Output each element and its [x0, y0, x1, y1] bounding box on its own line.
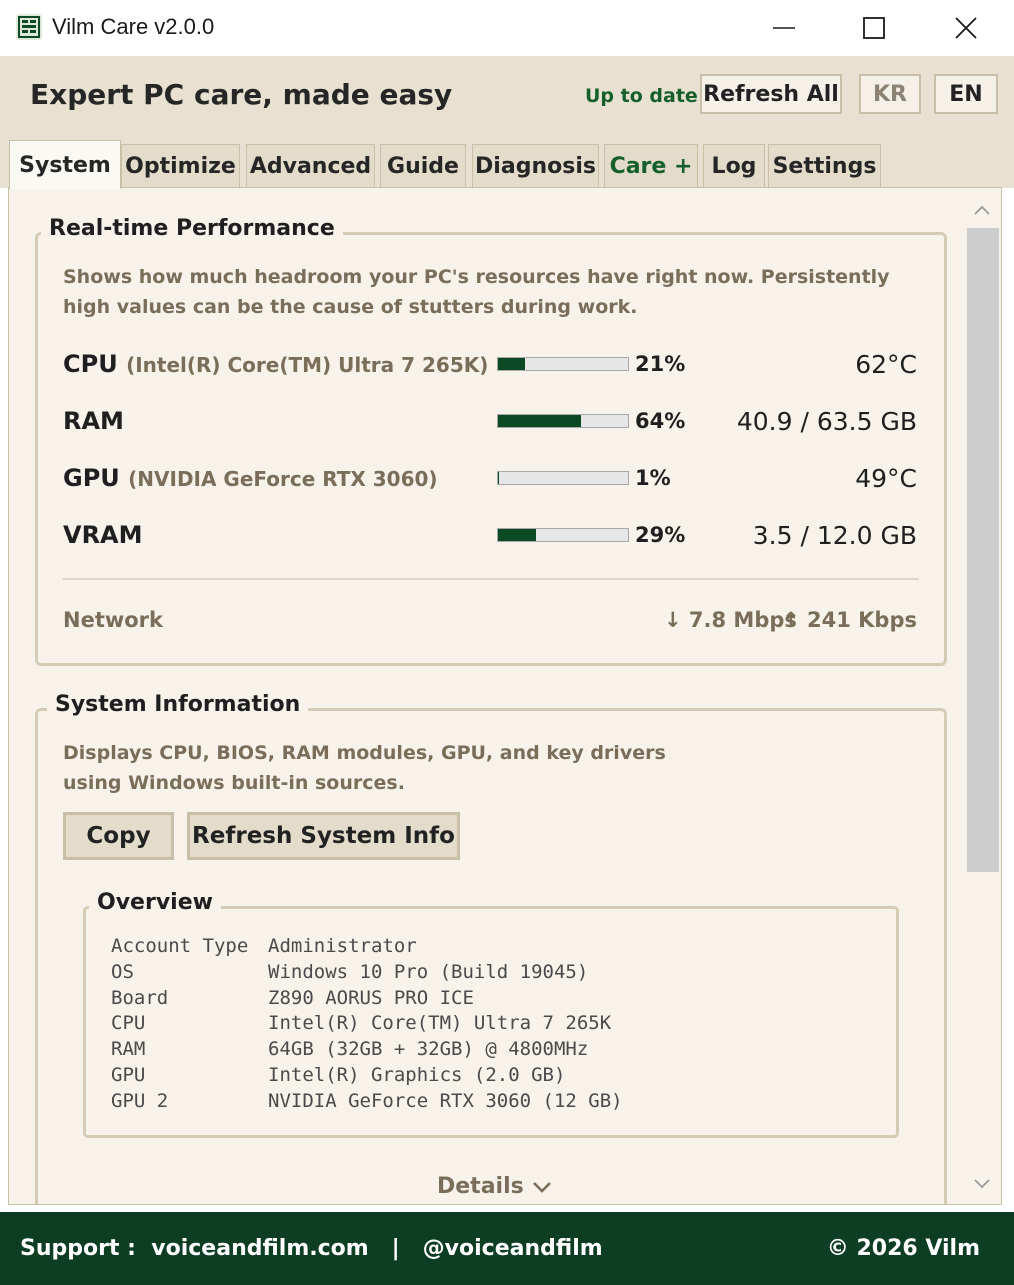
- overview-value: Z890 AORUS PRO ICE: [268, 986, 474, 1009]
- gpu-metric-label: GPU (NVIDIA GeForce RTX 3060): [63, 464, 438, 492]
- gpu-model: (NVIDIA GeForce RTX 3060): [128, 467, 438, 491]
- overview-key: CPU: [111, 1012, 146, 1035]
- scrollbar-thumb[interactable]: [967, 228, 999, 872]
- tab-settings[interactable]: Settings: [768, 144, 881, 188]
- language-en-button[interactable]: EN: [934, 74, 998, 114]
- tab-guide[interactable]: Guide: [380, 144, 466, 188]
- cpu-usage-fill: [498, 358, 526, 370]
- ram-usage-value: 40.9 / 63.5 GB: [736, 407, 917, 436]
- vram-usage-fill: [498, 529, 536, 541]
- overview-row: GPU 2 NVIDIA GeForce RTX 3060 (12 GB): [111, 1089, 623, 1115]
- copyright: © 2026 Vilm: [826, 1236, 980, 1261]
- overview-value: NVIDIA GeForce RTX 3060 (12 GB): [268, 1089, 623, 1112]
- tab-log[interactable]: Log: [703, 144, 765, 188]
- ram-usage-bar: [497, 414, 629, 428]
- system-info-title: System Information: [47, 692, 309, 717]
- vram-metric-label: VRAM: [63, 521, 143, 549]
- cpu-usage-bar: [497, 357, 629, 371]
- system-info-description-line2: using Windows built-in sources.: [63, 772, 405, 794]
- vertical-scrollbar[interactable]: [965, 196, 999, 1198]
- details-label: Details: [437, 1174, 524, 1199]
- update-status: Up to date: [585, 85, 698, 107]
- vram-usage-percent: 29%: [635, 523, 686, 547]
- tab-bar: System Optimize Advanced Guide Diagnosis…: [0, 134, 1014, 189]
- overview-value: 64GB (32GB + 32GB) @ 4800MHz: [268, 1038, 589, 1061]
- vram-usage-value: 3.5 / 12.0 GB: [752, 521, 917, 550]
- scroll-up-icon[interactable]: [973, 204, 991, 216]
- overview-row: Board Z890 AORUS PRO ICE: [111, 986, 623, 1012]
- network-upload-rate: ↑ 241 Kbps: [782, 608, 917, 632]
- ram-usage-fill: [498, 415, 582, 427]
- overview-value: Intel(R) Graphics (2.0 GB): [268, 1063, 566, 1086]
- tab-advanced[interactable]: Advanced: [246, 144, 375, 188]
- system-info-description-line1: Displays CPU, BIOS, RAM modules, GPU, an…: [63, 742, 666, 764]
- maximize-button[interactable]: [844, 8, 904, 48]
- overview-key: Board: [111, 986, 169, 1009]
- cpu-model: (Intel(R) Core(TM) Ultra 7 265K): [126, 353, 489, 377]
- tab-system[interactable]: System: [9, 140, 121, 189]
- gpu-usage-fill: [498, 472, 500, 484]
- performance-description: Shows how much headroom your PC's resour…: [63, 266, 890, 318]
- copy-button[interactable]: Copy: [63, 812, 174, 860]
- overview-value: Windows 10 Pro (Build 19045): [268, 960, 589, 983]
- overview-value: Administrator: [268, 935, 417, 957]
- cpu-temperature: 62°C: [855, 350, 917, 379]
- overview-row: RAM 64GB (32GB + 32GB) @ 4800MHz: [111, 1037, 623, 1063]
- page-title: Expert PC care, made easy: [30, 78, 453, 111]
- network-download-rate: ↓ 7.8 Mbps: [664, 608, 797, 632]
- overview-row: Account Type Administrator: [111, 934, 623, 960]
- overview-value: Intel(R) Core(TM) Ultra 7 265K: [268, 1012, 612, 1035]
- performance-divider: [63, 578, 919, 580]
- refresh-system-info-button[interactable]: Refresh System Info: [187, 812, 460, 860]
- gpu-name: GPU: [63, 464, 120, 492]
- tab-care-plus[interactable]: Care +: [604, 144, 698, 188]
- overview-row: CPU Intel(R) Core(TM) Ultra 7 265K: [111, 1011, 623, 1037]
- details-toggle[interactable]: Details: [437, 1174, 552, 1199]
- refresh-all-button[interactable]: Refresh All: [700, 74, 842, 114]
- ram-name: RAM: [63, 407, 124, 435]
- overview-list: Account Type Administrator OS Windows 10 P…: [111, 934, 623, 1115]
- network-label: Network: [63, 608, 164, 632]
- gpu-usage-bar: [497, 471, 629, 485]
- gpu-usage-percent: 1%: [635, 466, 671, 490]
- ram-usage-percent: 64%: [635, 409, 686, 433]
- overview-key: Account Type: [111, 935, 249, 957]
- overview-key: GPU: [111, 1063, 146, 1086]
- gpu-temperature: 49°C: [855, 464, 917, 493]
- performance-title: Real-time Performance: [41, 216, 343, 241]
- app-logo-icon: [16, 14, 42, 40]
- maximize-icon: [863, 17, 885, 39]
- vram-usage-bar: [497, 528, 629, 542]
- tab-optimize[interactable]: Optimize: [121, 144, 240, 188]
- cpu-name: CPU: [63, 350, 118, 378]
- ram-metric-label: RAM: [63, 407, 124, 435]
- scroll-down-icon[interactable]: [973, 1178, 991, 1190]
- overview-key: OS: [111, 960, 134, 983]
- minimize-icon: [773, 27, 795, 29]
- cpu-usage-percent: 21%: [635, 352, 686, 376]
- close-button[interactable]: [936, 8, 996, 48]
- overview-row: GPU Intel(R) Graphics (2.0 GB): [111, 1063, 623, 1089]
- overview-key: RAM: [111, 1038, 146, 1061]
- window-title: Vilm Care v2.0.0: [52, 14, 215, 39]
- close-icon: [955, 17, 977, 39]
- title-bar: Vilm Care v2.0.0: [0, 0, 1014, 56]
- overview-key: GPU 2: [111, 1089, 169, 1112]
- app-header: Expert PC care, made easy Up to date Ref…: [0, 56, 1014, 134]
- system-tab-content: Real-time Performance Shows how much hea…: [8, 187, 1002, 1205]
- overview-row: OS Windows 10 Pro (Build 19045): [111, 960, 623, 986]
- tab-diagnosis[interactable]: Diagnosis: [472, 144, 599, 188]
- cpu-metric-label: CPU (Intel(R) Core(TM) Ultra 7 265K): [63, 350, 488, 378]
- chevron-down-icon: [532, 1181, 551, 1193]
- minimize-button[interactable]: [754, 8, 814, 48]
- language-kr-button[interactable]: KR: [859, 74, 921, 114]
- support-links[interactable]: Support : voiceandfilm.com | @voiceandfi…: [20, 1236, 603, 1261]
- footer: Support : voiceandfilm.com | @voiceandfi…: [0, 1212, 1014, 1285]
- overview-title: Overview: [89, 890, 221, 915]
- system-info-description: Displays CPU, BIOS, RAM modules, GPU, an…: [63, 738, 683, 798]
- vram-name: VRAM: [63, 521, 143, 549]
